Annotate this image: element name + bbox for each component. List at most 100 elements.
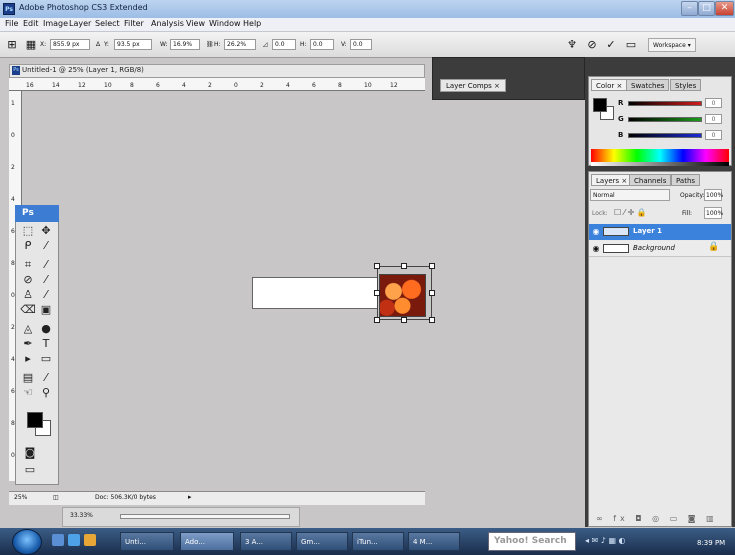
- transform-bounding-box[interactable]: [377, 266, 432, 320]
- x-position-field[interactable]: 855.9 px: [50, 39, 90, 50]
- reference-point-icon[interactable]: ▦: [24, 38, 38, 52]
- transform-handle-bottom[interactable]: [401, 317, 407, 323]
- eraser-icon[interactable]: ⌫: [20, 303, 36, 317]
- move-tool-icon[interactable]: ⊞: [5, 38, 19, 52]
- tab-layers[interactable]: Layers ×: [591, 174, 633, 186]
- workspace-menu[interactable]: Workspace ▾: [648, 38, 696, 52]
- gradient-icon[interactable]: ▣: [38, 303, 54, 317]
- menu-filter[interactable]: Filter: [121, 19, 147, 28]
- zoom-tool-icon[interactable]: ⚲: [38, 386, 54, 400]
- g-value-field[interactable]: 0: [705, 114, 722, 124]
- taskbar-item-untitled[interactable]: Unti...: [120, 532, 174, 551]
- height-field[interactable]: 26.2%: [224, 39, 256, 50]
- menu-help[interactable]: Help: [240, 19, 264, 28]
- blend-mode-select[interactable]: Normal: [590, 189, 670, 201]
- eyedropper-icon[interactable]: ⁄: [38, 258, 54, 272]
- layer-name[interactable]: Layer 1: [633, 227, 662, 235]
- layer-white-rectangle[interactable]: [252, 277, 378, 309]
- transform-handle-bottom-left[interactable]: [374, 317, 380, 323]
- tab-paths[interactable]: Paths: [671, 174, 701, 186]
- visibility-eye-icon[interactable]: ◉: [591, 227, 601, 237]
- b-slider[interactable]: [628, 133, 702, 138]
- lock-icons[interactable]: ☐ ⁄ ✛ 🔒: [614, 208, 647, 217]
- explorer-icon[interactable]: [84, 534, 96, 546]
- lasso-tool-icon[interactable]: ᑭ: [20, 239, 36, 253]
- tab-layer-comps[interactable]: Layer Comps ×: [440, 79, 506, 92]
- horizontal-ruler[interactable]: [9, 78, 425, 91]
- warp-icon[interactable]: ♆: [565, 38, 579, 52]
- yahoo-search-box[interactable]: Yahoo! Search: [488, 532, 576, 551]
- commit-transform-icon[interactable]: ✓: [604, 38, 618, 52]
- r-slider[interactable]: [628, 101, 702, 106]
- transform-handle-top-right[interactable]: [429, 263, 435, 269]
- y-position-field[interactable]: 93.5 px: [114, 39, 152, 50]
- fill-field[interactable]: 100%: [704, 207, 723, 219]
- dodge-icon[interactable]: ●: [38, 322, 54, 336]
- navigator-zoom-value[interactable]: 33.33%: [70, 512, 93, 519]
- taskbar-item-4m[interactable]: 4 M...: [408, 532, 460, 551]
- maximize-button[interactable]: □: [698, 1, 715, 16]
- menu-window[interactable]: Window: [206, 19, 244, 28]
- status-info-icon[interactable]: ◫: [53, 494, 59, 501]
- type-tool-icon[interactable]: T: [38, 337, 54, 351]
- transform-handle-top-left[interactable]: [374, 263, 380, 269]
- transform-handle-top[interactable]: [401, 263, 407, 269]
- taskbar-item-gmail[interactable]: Gm...: [296, 532, 348, 551]
- grayscale-ramp[interactable]: [591, 162, 729, 166]
- vskew-field[interactable]: 0.0: [350, 39, 372, 50]
- layer-name[interactable]: Background: [633, 244, 675, 252]
- taskbar-item-itunes[interactable]: iTun...: [352, 532, 404, 551]
- notes-icon[interactable]: ▤: [20, 371, 36, 385]
- menu-layer[interactable]: Layer: [66, 19, 94, 28]
- eyedropper-icon-2[interactable]: ⁄: [38, 371, 54, 385]
- clock[interactable]: 8:39 PM: [697, 539, 725, 547]
- menu-select[interactable]: Select: [92, 19, 123, 28]
- tab-channels[interactable]: Channels: [629, 174, 672, 186]
- link-icon[interactable]: ⛓: [206, 41, 214, 48]
- color-panel-fg-swatch[interactable]: [593, 98, 607, 112]
- blur-icon[interactable]: ◬: [20, 322, 36, 336]
- rotate-field[interactable]: 0.0: [272, 39, 296, 50]
- width-field[interactable]: 16.9%: [170, 39, 200, 50]
- taskbar-item-3a[interactable]: 3 A...: [240, 532, 292, 551]
- g-slider[interactable]: [628, 117, 702, 122]
- history-brush-icon[interactable]: ⁄: [38, 288, 54, 302]
- visibility-eye-icon[interactable]: ◉: [591, 244, 601, 254]
- crop-tool-icon[interactable]: ⌗: [20, 258, 36, 272]
- brush-tool-icon[interactable]: ⁄: [38, 273, 54, 287]
- screen-mode-icon[interactable]: ▭: [22, 463, 38, 477]
- path-select-icon[interactable]: ▸: [20, 352, 36, 366]
- cancel-transform-icon[interactable]: ⊘: [585, 38, 599, 52]
- menu-view[interactable]: View: [183, 19, 208, 28]
- opacity-field[interactable]: 100%: [704, 189, 723, 201]
- minimize-button[interactable]: –: [681, 1, 698, 16]
- tray-icons[interactable]: ◂ ✉ ♪ ▦ ◐: [585, 536, 626, 545]
- tab-swatches[interactable]: Swatches: [626, 79, 670, 91]
- menu-analysis[interactable]: Analysis: [148, 19, 187, 28]
- color-spectrum-ramp[interactable]: [591, 149, 729, 162]
- transform-handle-right[interactable]: [429, 290, 435, 296]
- clone-stamp-icon[interactable]: ♙: [20, 288, 36, 302]
- bridge-icon[interactable]: ▭: [624, 38, 638, 52]
- quick-mask-icon[interactable]: ◙: [22, 446, 38, 460]
- foreground-color-swatch[interactable]: [27, 412, 43, 428]
- tab-styles[interactable]: Styles: [670, 79, 702, 91]
- status-menu-arrow[interactable]: ▸: [188, 493, 192, 501]
- navigator-zoom-slider[interactable]: [120, 514, 290, 519]
- close-button[interactable]: ✕: [715, 1, 734, 16]
- status-zoom[interactable]: 25%: [14, 494, 27, 501]
- healing-brush-icon[interactable]: ⊘: [20, 273, 36, 287]
- transform-handle-bottom-right[interactable]: [429, 317, 435, 323]
- pen-tool-icon[interactable]: ✒: [20, 337, 36, 351]
- show-desktop-icon[interactable]: [52, 534, 64, 546]
- magic-wand-icon[interactable]: ⁄: [38, 239, 54, 253]
- taskbar-item-adobe[interactable]: Ado...: [180, 532, 234, 551]
- menu-edit[interactable]: Edit: [20, 19, 42, 28]
- tab-color[interactable]: Color ×: [591, 79, 628, 91]
- shape-tool-icon[interactable]: ▭: [38, 352, 54, 366]
- marquee-tool-icon[interactable]: ⬚: [20, 224, 36, 238]
- hand-tool-icon[interactable]: ☜: [20, 386, 36, 400]
- menu-file[interactable]: File: [2, 19, 21, 28]
- photoshop-app-icon[interactable]: Ps: [3, 3, 15, 15]
- transform-handle-left[interactable]: [374, 290, 380, 296]
